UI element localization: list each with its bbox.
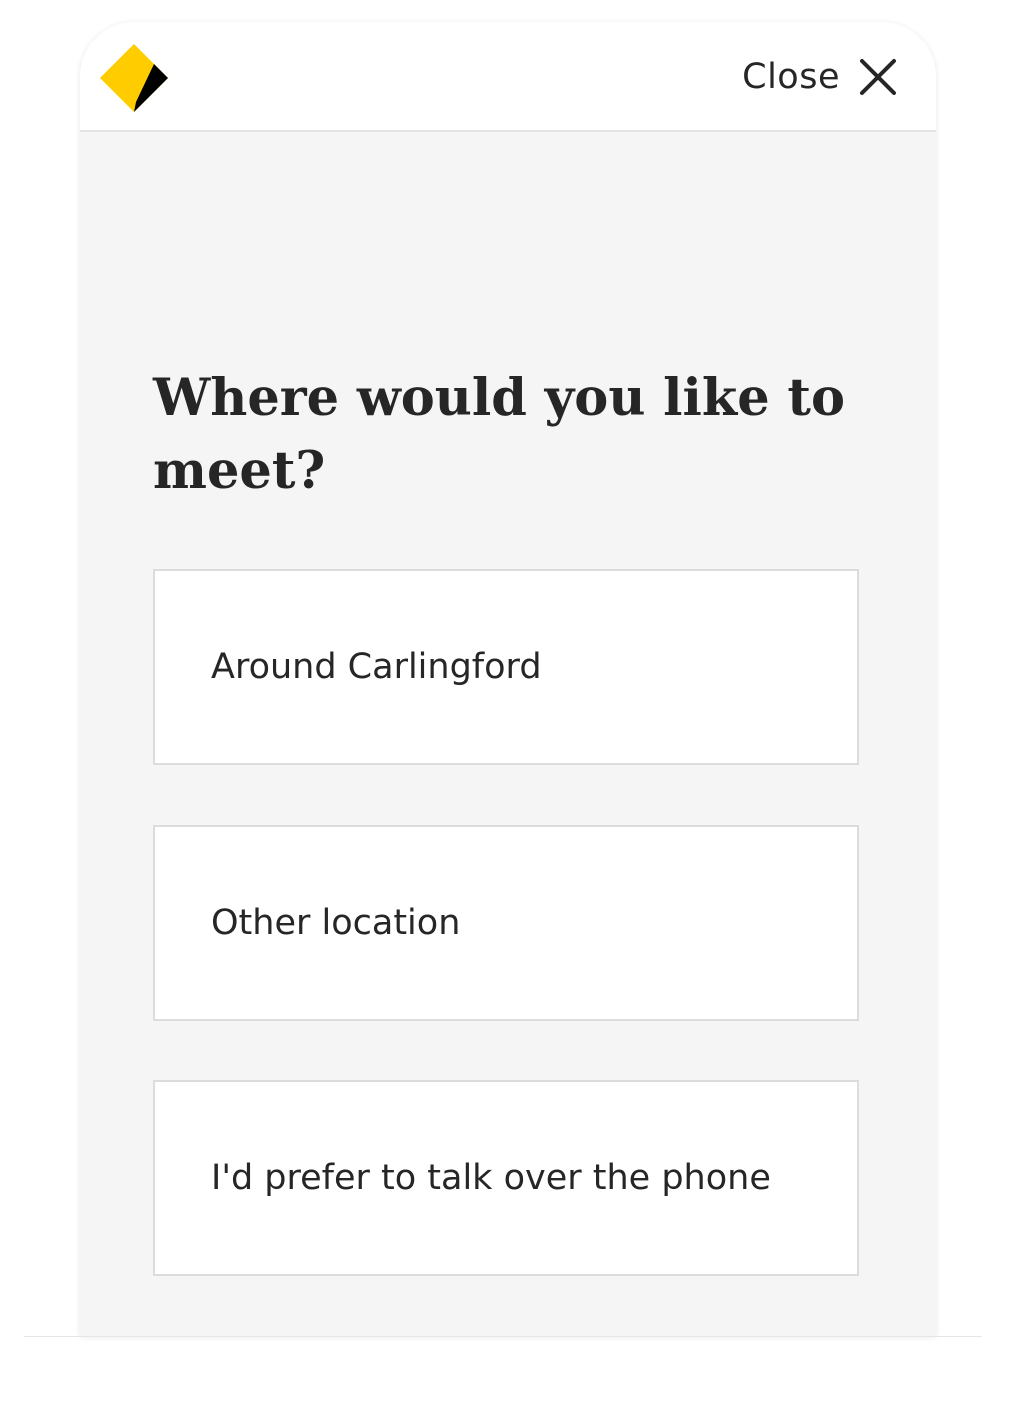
option-label: Other location — [211, 903, 461, 943]
option-label: I'd prefer to talk over the phone — [211, 1158, 771, 1198]
close-icon — [858, 57, 898, 97]
option-label: Around Carlingford — [211, 647, 542, 687]
question-heading: Where would you like to meet? — [153, 368, 846, 501]
close-label: Close — [742, 57, 840, 97]
meeting-location-dialog: Close Where would you like to meet? Arou… — [80, 22, 936, 1336]
option-other-location[interactable]: Other location — [153, 825, 859, 1021]
option-phone[interactable]: I'd prefer to talk over the phone — [153, 1080, 859, 1276]
dialog-header: Close — [80, 22, 936, 132]
option-around-carlingford[interactable]: Around Carlingford — [153, 569, 859, 765]
bottom-divider — [24, 1336, 982, 1337]
close-button[interactable]: Close — [742, 50, 898, 104]
commbank-logo-icon — [98, 42, 170, 114]
